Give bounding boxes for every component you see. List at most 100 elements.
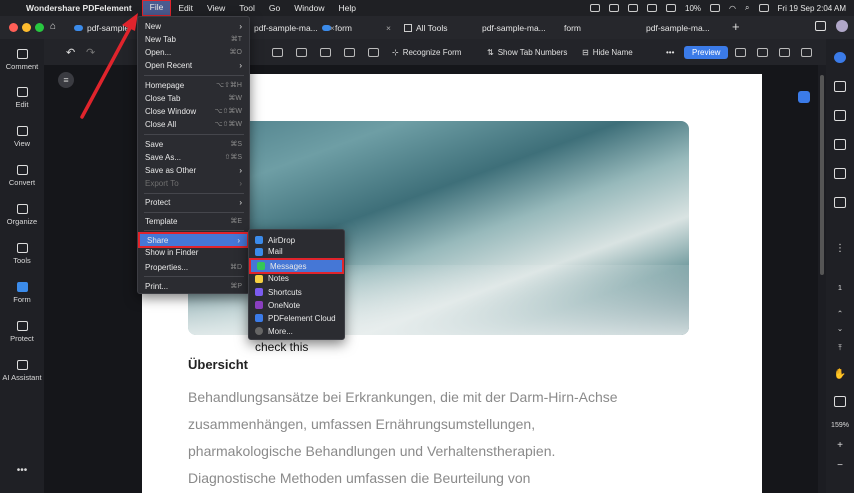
panel-icon[interactable] xyxy=(834,81,846,92)
status-icon[interactable] xyxy=(647,4,658,12)
add-tab-icon[interactable]: + xyxy=(732,19,740,34)
menu-item-save-as[interactable]: Save As... ⇧⌘S xyxy=(138,151,249,163)
app-name[interactable]: Wondershare PDFelement xyxy=(26,3,132,13)
tab-all-tools[interactable]: All Tools xyxy=(398,19,454,36)
datetime[interactable]: Fri 19 Sep 2:04 AM xyxy=(778,4,846,13)
zoom-level[interactable]: 159% xyxy=(826,422,854,429)
sidebar-item-protect[interactable]: Protect xyxy=(0,321,44,343)
share-item-airdrop[interactable]: AirDrop xyxy=(249,234,344,246)
more-options-icon[interactable]: ⋮ xyxy=(826,243,854,254)
sidebar-item-view[interactable]: View xyxy=(0,126,44,148)
tab-pdf-sample[interactable]: pdf-sample xyxy=(68,19,135,36)
print-icon[interactable] xyxy=(757,45,768,59)
wifi-icon[interactable]: ◠ xyxy=(729,4,736,13)
tab-pdf-sample-ma-2[interactable]: pdf-sample-ma... xyxy=(476,19,552,36)
sidebar-item-organize[interactable]: Organize xyxy=(0,204,44,226)
zoom-in-icon[interactable]: + xyxy=(826,440,854,451)
annotation-note[interactable]: check this xyxy=(255,340,308,354)
settings-sliders-icon[interactable]: ≡ xyxy=(58,72,74,88)
preview-button[interactable]: Preview xyxy=(684,45,729,59)
share-item-shortcuts[interactable]: Shortcuts xyxy=(249,286,344,298)
sidebar-item-edit[interactable]: Edit xyxy=(0,87,44,109)
menu-item-protect[interactable]: Protect › xyxy=(138,196,249,208)
notification-icon[interactable] xyxy=(815,21,826,31)
menu-item-save[interactable]: Save ⌘S xyxy=(138,138,249,150)
undo-icon[interactable]: ↶ xyxy=(66,45,75,59)
comment-panel-icon[interactable] xyxy=(834,110,846,121)
menu-item-close-all[interactable]: Close All ⌥⇧⌘W xyxy=(138,118,249,130)
status-icon[interactable] xyxy=(666,4,677,12)
menu-item-properties[interactable]: Properties... ⌘D xyxy=(138,261,249,273)
hide-name-button[interactable]: ⊟ Hide Name xyxy=(582,45,633,59)
vertical-scrollbar[interactable] xyxy=(818,65,826,493)
battery-icon[interactable] xyxy=(710,4,721,12)
close-tab-icon[interactable]: × xyxy=(386,23,391,33)
share-item-pdfelement-cloud[interactable]: PDFelement Cloud xyxy=(249,312,344,324)
sidebar-item-comment[interactable]: Comment xyxy=(0,49,44,71)
first-page-icon[interactable]: ⤒ xyxy=(826,343,854,353)
field-tool-icon[interactable] xyxy=(344,45,355,59)
menu-go[interactable]: Go xyxy=(262,0,287,16)
menu-item-print[interactable]: Print... ⌘P xyxy=(138,280,249,292)
ai-assistant-icon[interactable] xyxy=(834,52,846,63)
menu-help[interactable]: Help xyxy=(331,0,362,16)
zoom-window-icon[interactable] xyxy=(35,23,44,32)
share-icon[interactable] xyxy=(801,45,812,59)
menu-item-share[interactable]: Share › xyxy=(138,232,249,248)
menu-item-close-window[interactable]: Close Window ⌥⇧⌘W xyxy=(138,105,249,117)
field-tool-icon[interactable] xyxy=(368,45,379,59)
bluetooth-icon[interactable] xyxy=(628,4,639,12)
thumbnails-icon[interactable] xyxy=(834,168,846,179)
ai-float-icon[interactable] xyxy=(798,91,810,103)
sidebar-more-icon[interactable]: ••• xyxy=(0,466,44,476)
field-tool-icon[interactable] xyxy=(320,45,331,59)
sidebar-item-convert[interactable]: Convert xyxy=(0,165,44,187)
more-options-icon[interactable]: ••• xyxy=(666,45,674,59)
sidebar-item-tools[interactable]: Tools xyxy=(0,243,44,265)
share-item-messages[interactable]: Messages xyxy=(249,258,344,274)
hand-tool-icon[interactable]: ✋ xyxy=(826,369,854,380)
menu-tool[interactable]: Tool xyxy=(232,0,262,16)
menu-item-save-as-other[interactable]: Save as Other › xyxy=(138,164,249,176)
share-item-onenote[interactable]: OneNote xyxy=(249,299,344,311)
menu-edit[interactable]: Edit xyxy=(171,0,200,16)
sidebar-item-ai-assistant[interactable]: AI Assistant xyxy=(0,360,44,382)
zoom-out-icon[interactable]: − xyxy=(826,460,854,471)
menu-item-open-recent[interactable]: Open Recent › xyxy=(138,59,249,71)
sidebar-item-form[interactable]: Form xyxy=(0,282,44,304)
chevron-down-icon[interactable]: ⌄ xyxy=(826,324,854,333)
bookmark-icon[interactable] xyxy=(834,139,846,150)
tab-pdf-sample-ma-3[interactable]: pdf-sample-ma... xyxy=(640,19,716,36)
page-number[interactable]: 1 xyxy=(826,283,854,292)
menu-view[interactable]: View xyxy=(200,0,232,16)
share-item-notes[interactable]: Notes xyxy=(249,275,344,283)
menu-item-show-in-finder[interactable]: Show in Finder xyxy=(138,248,249,257)
menu-item-open[interactable]: Open... ⌘O xyxy=(138,46,249,58)
menu-item-close-tab[interactable]: Close Tab ⌘W xyxy=(138,92,249,104)
scrollbar-thumb[interactable] xyxy=(820,75,824,275)
search-icon[interactable]: ⌕ xyxy=(745,3,749,13)
avatar[interactable] xyxy=(836,20,848,32)
menu-item-template[interactable]: Template ⌘E xyxy=(138,215,249,227)
redo-icon[interactable]: ↷ xyxy=(86,45,95,59)
share-item-more[interactable]: More... xyxy=(249,325,344,337)
upload-icon[interactable] xyxy=(779,45,790,59)
field-tool-icon[interactable] xyxy=(272,45,283,59)
minimize-window-icon[interactable] xyxy=(22,23,31,32)
fit-page-icon[interactable] xyxy=(834,396,846,407)
menu-item-new[interactable]: New › xyxy=(138,20,249,32)
menu-item-new-tab[interactable]: New Tab ⌘T xyxy=(138,33,249,45)
recognize-form-button[interactable]: ⊹ Recognize Form xyxy=(392,45,461,59)
menu-window[interactable]: Window xyxy=(287,0,331,16)
field-tool-icon[interactable] xyxy=(296,45,307,59)
home-icon[interactable]: ⌂ xyxy=(50,21,56,32)
menu-item-homepage[interactable]: Homepage ⌥⇧⌘H xyxy=(138,79,249,91)
share-item-mail[interactable]: Mail xyxy=(249,247,344,256)
status-icon[interactable] xyxy=(590,4,601,12)
menu-file[interactable]: File xyxy=(141,0,172,16)
save-icon[interactable] xyxy=(735,45,746,59)
attachment-icon[interactable] xyxy=(834,197,846,208)
tab-form-2[interactable]: form xyxy=(558,19,587,36)
status-icon[interactable] xyxy=(609,4,620,12)
close-window-icon[interactable] xyxy=(9,23,18,32)
